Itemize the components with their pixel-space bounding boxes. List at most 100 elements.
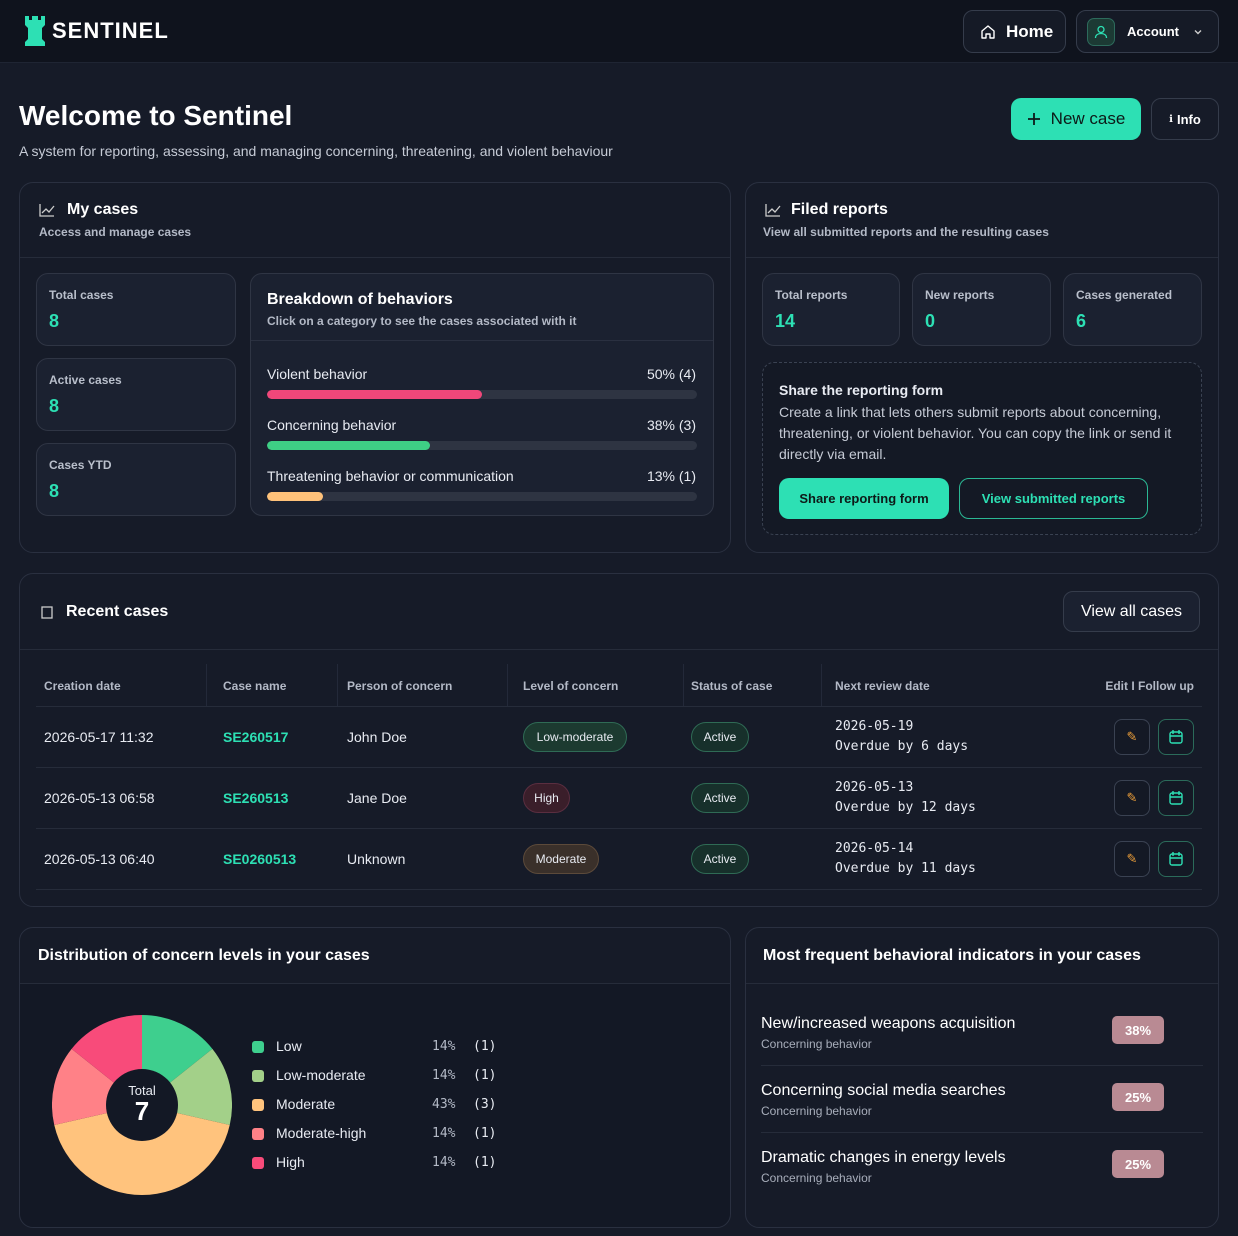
legend-count: (1) bbox=[473, 1068, 497, 1083]
indicators-header: Most frequent behavioral indicators in y… bbox=[746, 928, 1218, 984]
indicator-item[interactable]: Dramatic changes in energy levels Concer… bbox=[761, 1149, 1203, 1216]
page-title: Welcome to Sentinel bbox=[19, 100, 293, 131]
breakdown-subtitle: Click on a category to see the cases ass… bbox=[267, 314, 577, 328]
info-button[interactable]: ℹ Info bbox=[1151, 98, 1219, 140]
pencil-icon: ✎ bbox=[1126, 851, 1138, 866]
logo[interactable]: SENTINEL bbox=[24, 16, 169, 46]
stat-label: Total reports bbox=[775, 288, 848, 302]
home-label: Home bbox=[1006, 21, 1054, 41]
stat-total-reports[interactable]: Total reports 14 bbox=[762, 273, 900, 346]
legend-count: (1) bbox=[473, 1126, 497, 1141]
filed-reports-title: Filed reports bbox=[791, 201, 888, 218]
status-badge: Active bbox=[691, 722, 749, 752]
edit-button[interactable]: ✎ bbox=[1114, 780, 1150, 816]
home-icon bbox=[981, 24, 995, 39]
home-button[interactable]: Home bbox=[963, 10, 1066, 53]
stat-label: Cases YTD bbox=[49, 458, 112, 472]
new-case-button[interactable]: New case bbox=[1011, 98, 1141, 140]
column-divider bbox=[337, 664, 338, 706]
case-name-link[interactable]: SE260517 bbox=[223, 729, 288, 745]
legend-item[interactable]: High 14% (1) bbox=[252, 1153, 512, 1173]
view-all-cases-button[interactable]: View all cases bbox=[1063, 591, 1200, 632]
follow-up-button[interactable] bbox=[1158, 780, 1194, 816]
legend-item[interactable]: Moderate-high 14% (1) bbox=[252, 1124, 512, 1144]
indicator-percent-badge: 38% bbox=[1112, 1016, 1164, 1044]
stat-cases-ytd[interactable]: Cases YTD 8 bbox=[36, 443, 236, 516]
table-row[interactable] bbox=[36, 829, 1202, 890]
column-divider bbox=[821, 664, 822, 706]
breakdown-value: 38% (3) bbox=[646, 417, 696, 433]
legend-percent: 14% bbox=[432, 1039, 456, 1054]
creation-date: 2026-05-13 06:58 bbox=[44, 790, 155, 806]
pie-center: Total 7 bbox=[106, 1069, 178, 1141]
breakdown-label: Threatening behavior or communication bbox=[267, 468, 514, 484]
share-text: Create a link that lets others submit re… bbox=[779, 404, 1172, 462]
clipboard-icon bbox=[41, 606, 53, 619]
indicator-item[interactable]: New/increased weapons acquisition Concer… bbox=[761, 1015, 1203, 1082]
legend-swatch bbox=[252, 1128, 264, 1140]
top-bar: SENTINEL Home Account bbox=[0, 0, 1238, 63]
indicator-percent-badge: 25% bbox=[1112, 1083, 1164, 1111]
stat-active-cases[interactable]: Active cases 8 bbox=[36, 358, 236, 431]
table-row[interactable] bbox=[36, 768, 1202, 829]
app-name: SENTINEL bbox=[52, 18, 169, 43]
plus-icon bbox=[1027, 113, 1040, 125]
level-badge: High bbox=[523, 783, 570, 813]
stat-value: 6 bbox=[1076, 311, 1087, 331]
progress-bar-fill bbox=[267, 441, 431, 450]
filed-reports-subtitle: View all submitted reports and the resul… bbox=[763, 225, 1049, 239]
column-header: Status of case bbox=[691, 679, 773, 693]
share-reporting-form-button[interactable]: Share reporting form bbox=[779, 478, 949, 519]
view-submitted-reports-button[interactable]: View submitted reports bbox=[959, 478, 1148, 519]
legend-count: (3) bbox=[473, 1097, 497, 1112]
indicator-item[interactable]: Concerning social media searches Concern… bbox=[761, 1082, 1203, 1149]
indicator-category: Concerning behavior bbox=[761, 1104, 872, 1118]
level-badge: Moderate bbox=[523, 844, 599, 874]
stat-total-cases[interactable]: Total cases 8 bbox=[36, 273, 236, 346]
edit-button[interactable]: ✎ bbox=[1114, 841, 1150, 877]
next-review-date: 2026-05-14 bbox=[835, 841, 914, 856]
progress-bar bbox=[267, 492, 697, 501]
indicator-category: Concerning behavior bbox=[761, 1171, 872, 1185]
stat-label: Active cases bbox=[49, 373, 122, 387]
case-name-link[interactable]: SE0260513 bbox=[223, 851, 296, 867]
stat-value: 8 bbox=[49, 481, 60, 501]
creation-date: 2026-05-17 11:32 bbox=[44, 729, 154, 745]
legend-label: Moderate bbox=[276, 1096, 336, 1112]
stat-new-reports[interactable]: New reports 0 bbox=[912, 273, 1051, 346]
pencil-icon: ✎ bbox=[1126, 790, 1138, 805]
follow-up-button[interactable] bbox=[1158, 841, 1194, 877]
legend-percent: 14% bbox=[432, 1126, 456, 1141]
share-title: Share the reporting form bbox=[779, 382, 944, 398]
case-name-link[interactable]: SE260513 bbox=[223, 790, 288, 806]
divider bbox=[761, 1132, 1203, 1133]
calendar-icon bbox=[1169, 791, 1183, 805]
level-badge: Low-moderate bbox=[523, 722, 627, 752]
edit-button[interactable]: ✎ bbox=[1114, 719, 1150, 755]
stat-value: 8 bbox=[49, 311, 60, 331]
progress-bar-fill bbox=[267, 492, 323, 501]
my-cases-title: My cases bbox=[67, 201, 139, 218]
legend-item[interactable]: Low 14% (1) bbox=[252, 1037, 512, 1057]
indicator-name: Concerning social media searches bbox=[761, 1082, 1006, 1099]
account-menu-button[interactable]: Account bbox=[1076, 10, 1219, 53]
legend-item[interactable]: Moderate 43% (3) bbox=[252, 1095, 512, 1115]
legend-item[interactable]: Low-moderate 14% (1) bbox=[252, 1066, 512, 1086]
column-divider bbox=[507, 664, 508, 706]
progress-bar-fill bbox=[267, 390, 482, 399]
legend-swatch bbox=[252, 1070, 264, 1082]
next-review-date: 2026-05-19 bbox=[835, 719, 914, 734]
stat-cases-generated[interactable]: Cases generated 6 bbox=[1063, 273, 1202, 346]
stat-value: 14 bbox=[775, 311, 796, 331]
column-header: Next review date bbox=[835, 679, 930, 693]
progress-bar bbox=[267, 390, 697, 399]
legend-percent: 14% bbox=[432, 1155, 456, 1170]
follow-up-button[interactable] bbox=[1158, 719, 1194, 755]
overdue-text: Overdue by 11 days bbox=[835, 861, 976, 876]
legend-label: Low bbox=[276, 1038, 302, 1054]
column-header: Case name bbox=[223, 679, 287, 693]
chevron-down-icon bbox=[1194, 29, 1202, 34]
account-label: Account bbox=[1127, 24, 1179, 39]
pie-total-value: 7 bbox=[134, 1096, 150, 1126]
overdue-text: Overdue by 12 days bbox=[835, 800, 976, 815]
